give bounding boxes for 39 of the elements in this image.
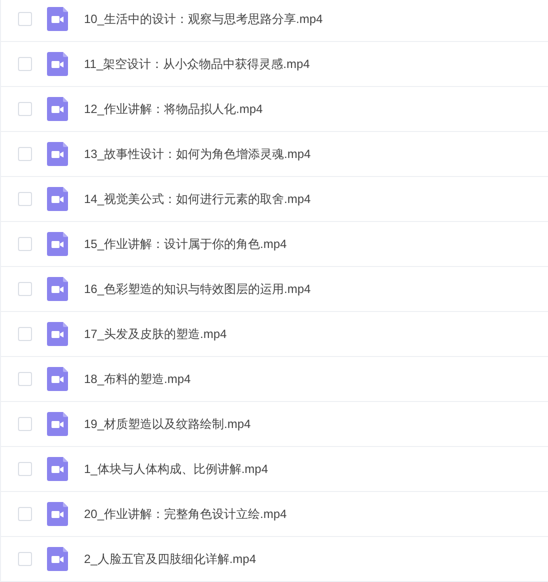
video-file-icon bbox=[47, 367, 68, 391]
checkbox[interactable] bbox=[18, 12, 32, 26]
checkbox[interactable] bbox=[18, 462, 32, 476]
video-file-icon bbox=[47, 457, 68, 481]
file-name[interactable]: 12_作业讲解：将物品拟人化.mp4 bbox=[84, 100, 263, 118]
file-name[interactable]: 10_生活中的设计：观察与思考思路分享.mp4 bbox=[84, 10, 323, 28]
file-name[interactable]: 1_体块与人体构成、比例讲解.mp4 bbox=[84, 460, 268, 478]
video-file-icon bbox=[47, 322, 68, 346]
video-file-icon bbox=[47, 142, 68, 166]
checkbox[interactable] bbox=[18, 282, 32, 296]
checkbox[interactable] bbox=[18, 417, 32, 431]
video-file-icon bbox=[47, 412, 68, 436]
file-name[interactable]: 17_头发及皮肤的塑造.mp4 bbox=[84, 325, 227, 343]
checkbox[interactable] bbox=[18, 372, 32, 386]
checkbox[interactable] bbox=[18, 147, 32, 161]
video-file-icon bbox=[47, 187, 68, 211]
video-file-icon bbox=[47, 7, 68, 31]
checkbox[interactable] bbox=[18, 57, 32, 71]
video-file-icon bbox=[47, 277, 68, 301]
file-name[interactable]: 2_人脸五官及四肢细化详解.mp4 bbox=[84, 550, 256, 568]
file-name[interactable]: 15_作业讲解：设计属于你的角色.mp4 bbox=[84, 235, 287, 253]
file-name[interactable]: 11_架空设计：从小众物品中获得灵感.mp4 bbox=[84, 55, 310, 73]
checkbox[interactable] bbox=[18, 327, 32, 341]
checkbox[interactable] bbox=[18, 237, 32, 251]
video-file-icon bbox=[47, 232, 68, 256]
video-file-icon bbox=[47, 97, 68, 121]
checkbox[interactable] bbox=[18, 507, 32, 521]
file-name[interactable]: 13_故事性设计：如何为角色增添灵魂.mp4 bbox=[84, 145, 311, 163]
checkbox[interactable] bbox=[18, 552, 32, 566]
checkbox[interactable] bbox=[18, 102, 32, 116]
file-name[interactable]: 14_视觉美公式：如何进行元素的取舍.mp4 bbox=[84, 190, 311, 208]
file-name[interactable]: 19_材质塑造以及纹路绘制.mp4 bbox=[84, 415, 251, 433]
file-name[interactable]: 16_色彩塑造的知识与特效图层的运用.mp4 bbox=[84, 280, 311, 298]
video-file-icon bbox=[47, 547, 68, 571]
file-name[interactable]: 20_作业讲解：完整角色设计立绘.mp4 bbox=[84, 505, 287, 523]
video-file-icon bbox=[47, 52, 68, 76]
file-name[interactable]: 18_布料的塑造.mp4 bbox=[84, 370, 191, 388]
video-file-icon bbox=[47, 502, 68, 526]
checkbox[interactable] bbox=[18, 192, 32, 206]
